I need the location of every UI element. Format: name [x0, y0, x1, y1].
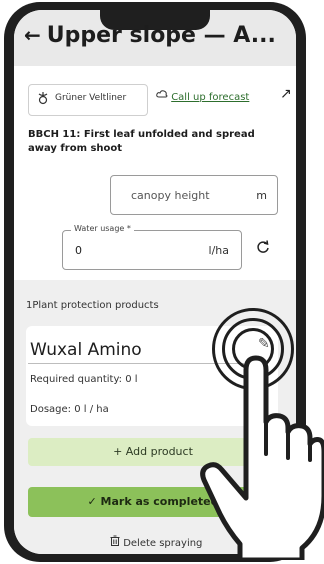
- pointing-hand-icon: [200, 355, 324, 560]
- variety-label: Grüner Veltliner: [55, 93, 127, 103]
- water-usage-unit: l/ha: [208, 244, 229, 257]
- canopy-height-placeholder: canopy height: [131, 189, 210, 202]
- bbch-stage: BBCH 11: First leaf unfolded and spread …: [28, 129, 255, 154]
- page-title: ← Upper slope — A...: [24, 23, 276, 48]
- forecast-link-text[interactable]: Call up forecast: [171, 92, 249, 103]
- trash-icon: [110, 535, 123, 549]
- product-dosage: Dosage: 0 l / ha: [30, 404, 109, 415]
- variety-chip[interactable]: Grüner Veltliner: [28, 84, 148, 116]
- water-usage-legend: Water usage *: [71, 224, 134, 233]
- back-arrow-icon[interactable]: ←: [24, 23, 41, 47]
- water-usage-value[interactable]: 0: [75, 244, 82, 257]
- delete-spraying-label: Delete spraying: [123, 538, 203, 549]
- forecast-link[interactable]: Call up forecast: [156, 90, 249, 103]
- canopy-height-field[interactable]: canopy height m: [110, 175, 278, 215]
- water-usage-field[interactable]: Water usage * 0 l/ha: [62, 224, 242, 270]
- external-link-icon[interactable]: ↗: [280, 86, 292, 102]
- canopy-height-unit: m: [256, 189, 267, 202]
- delete-spraying-button[interactable]: Delete spraying: [110, 535, 202, 549]
- product-quantity: Required quantity: 0 l: [30, 374, 138, 385]
- products-section-label: 1Plant protection products: [26, 300, 159, 311]
- reset-icon[interactable]: [256, 240, 270, 258]
- product-name: Wuxal Amino: [30, 340, 142, 360]
- grape-icon: [37, 91, 49, 109]
- cloud-icon: [156, 90, 171, 103]
